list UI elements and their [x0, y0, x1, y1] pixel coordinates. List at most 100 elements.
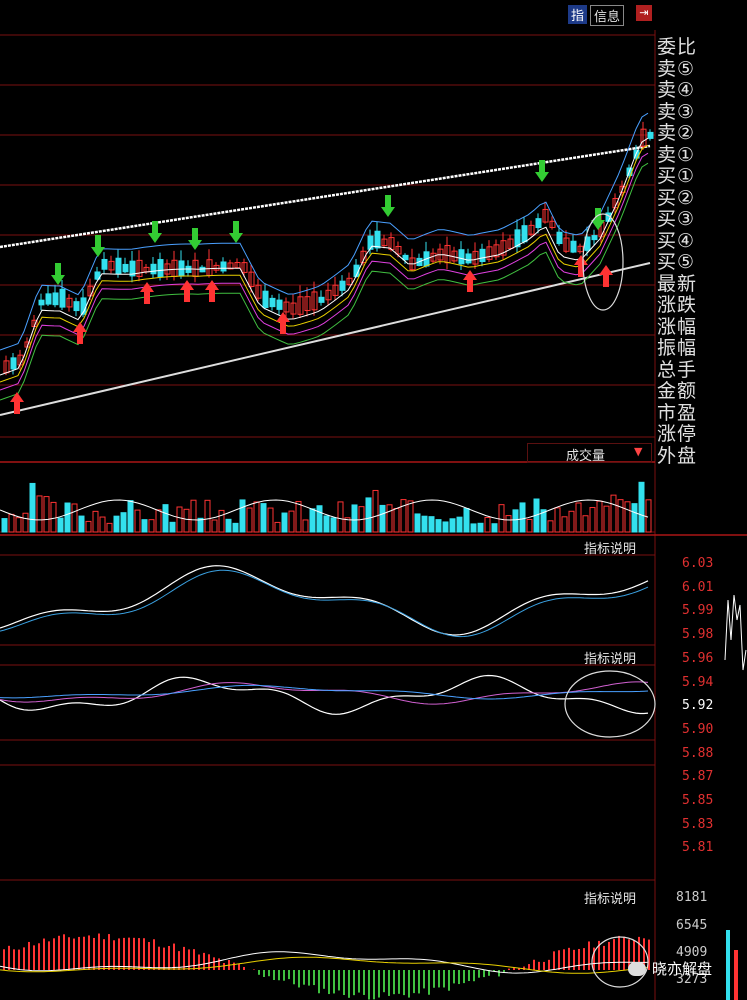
side-panel-row: 最新 — [657, 272, 698, 295]
side-panel-row: 卖① — [657, 143, 696, 166]
volume-bar — [169, 521, 176, 533]
volume-bar — [526, 518, 533, 533]
volume-bar — [148, 519, 155, 533]
price-scale-label: 5.87 — [682, 769, 714, 785]
volume-bar — [519, 502, 526, 533]
candle — [465, 253, 472, 264]
volume-bar — [204, 499, 211, 533]
volume-bar — [281, 512, 288, 533]
signal-arrow-down — [51, 275, 65, 285]
volume-bar — [603, 505, 610, 533]
signal-arrow-down — [233, 221, 239, 233]
volume-bar — [218, 509, 225, 533]
volume-bar — [610, 494, 617, 533]
info-button[interactable]: 信息 — [590, 5, 625, 26]
side-panel-row: 总手 — [657, 358, 698, 381]
price-scale-label: 5.90 — [682, 721, 714, 737]
indicator-label-1[interactable]: 指标说明 — [584, 538, 636, 557]
volume-bar — [512, 509, 519, 533]
volume-bar — [22, 512, 29, 533]
price-scale-label: 5.88 — [682, 745, 714, 761]
indicator-tab-icon[interactable]: 指 — [568, 5, 588, 24]
volume-bar — [71, 503, 78, 533]
indicator-label-3[interactable]: 指标说明 — [584, 888, 636, 907]
volume-bar — [309, 508, 316, 533]
volume-bar — [134, 509, 141, 533]
signal-arrow-up — [77, 332, 83, 344]
signal-arrow-up — [10, 392, 24, 402]
indicator-line — [0, 681, 649, 705]
volume-bar — [596, 500, 603, 533]
wechat-logo-icon — [628, 962, 646, 976]
volume-bar — [99, 516, 106, 533]
candle — [269, 297, 276, 308]
triangle-down-icon[interactable]: ▼ — [634, 445, 642, 458]
volume-bar — [239, 499, 246, 533]
volume-bar — [260, 503, 267, 533]
candle — [276, 299, 283, 310]
volume-bar — [274, 521, 281, 533]
moving-average-line — [0, 144, 649, 383]
side-panel-row: 委比 — [657, 36, 698, 58]
volume-bar — [400, 499, 407, 533]
signal-arrow-up — [144, 292, 150, 304]
volume-bar — [57, 517, 64, 533]
volume-label-box[interactable]: 成交量 ▼ — [527, 443, 652, 464]
volume-bar — [645, 499, 652, 533]
volume-bar — [316, 505, 323, 533]
volume-bar — [617, 499, 624, 533]
volume-bar — [624, 501, 631, 533]
signal-arrow-down — [152, 221, 158, 233]
price-scale-label: 5.92 — [682, 698, 714, 714]
candle — [178, 260, 185, 277]
side-panel-row: 卖⑤ — [657, 57, 696, 80]
price-scale-label: 6.03 — [682, 556, 714, 571]
volume-bar — [498, 504, 505, 533]
side-panel-row: 买③ — [657, 208, 696, 230]
pin-icon[interactable]: ⇥ — [636, 5, 652, 21]
volume-bar — [113, 515, 120, 533]
volume-bar — [428, 516, 435, 533]
volume-bar — [386, 504, 393, 533]
signal-arrow-down — [591, 220, 605, 230]
volume-bar — [421, 515, 428, 533]
indicator-label-2[interactable]: 指标说明 — [584, 648, 636, 667]
candle — [157, 259, 164, 278]
candle — [374, 230, 381, 249]
volume-bar — [575, 502, 582, 533]
price-scale-label: 5.96 — [682, 650, 714, 666]
volume-bar — [8, 513, 15, 533]
volume-bar — [561, 516, 568, 533]
watermark-text: 晓亦解盘 — [652, 960, 713, 978]
price-scale-label: 5.98 — [682, 627, 714, 643]
price-scale-label: 5.83 — [682, 816, 714, 832]
candle — [521, 225, 528, 243]
volume-bar — [302, 519, 309, 533]
volume-bar — [36, 495, 43, 533]
candle — [52, 292, 59, 306]
volume-bar — [190, 499, 197, 533]
volume-bar — [232, 522, 239, 533]
volume-bar — [568, 510, 575, 533]
side-panel-row: 涨停 — [657, 423, 698, 445]
signal-arrow-down — [229, 233, 243, 243]
volume-bar — [78, 515, 85, 533]
stock-chart-screen: 指 信息 ⇥ 委比 卖⑤ 卖④ 卖③ 卖② 卖① 买① 买② 买③ 买④ 买⑤ 最新 涨跌 涨幅 振幅 总手金… — [0, 0, 747, 1000]
signal-arrow-down — [192, 228, 198, 240]
volume-bar — [43, 496, 50, 533]
signal-arrow-down — [55, 263, 61, 275]
side-panel-row: 金额 — [657, 380, 698, 402]
signal-arrow-down — [188, 240, 202, 250]
volume-bar — [379, 504, 386, 533]
candle — [458, 249, 465, 265]
volume-bar — [64, 502, 71, 533]
signal-arrow-up — [603, 275, 609, 287]
volume-bar — [470, 523, 477, 533]
signal-arrow-down — [381, 207, 395, 217]
volume-bar — [414, 513, 421, 533]
side-panel-row: 买⑤ — [657, 251, 696, 273]
candle — [570, 240, 577, 253]
signal-arrow-down — [539, 160, 545, 172]
volume-bar — [547, 520, 554, 533]
volume-bar — [589, 507, 596, 533]
